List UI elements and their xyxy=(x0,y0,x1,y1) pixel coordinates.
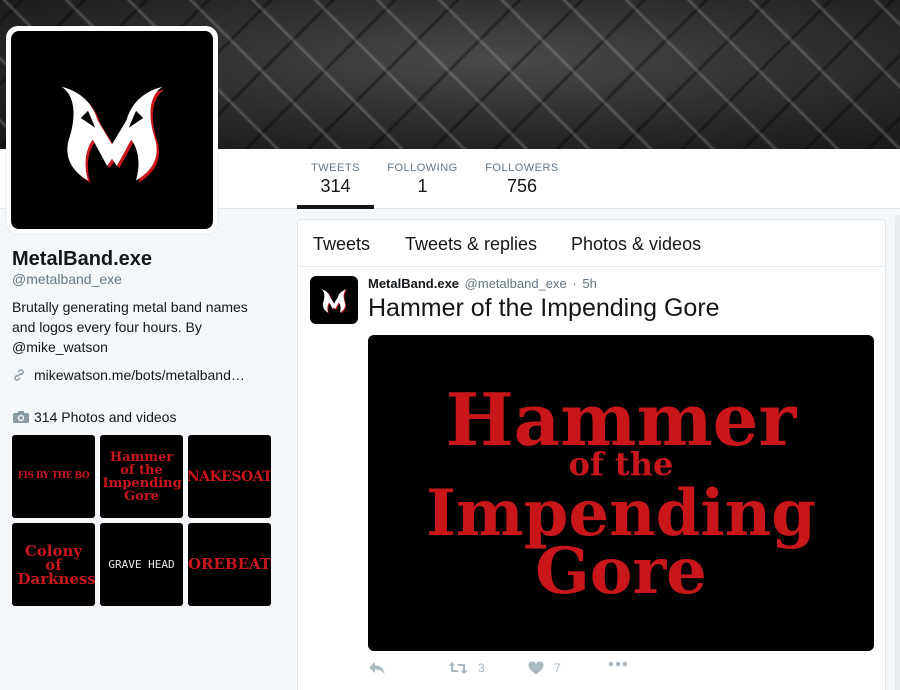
tweet-header: MetalBand.exe @metalband_exe · 5h xyxy=(368,276,597,291)
tweet-actions: 3 7 xyxy=(368,661,768,681)
retweet-button[interactable]: 3 xyxy=(448,661,485,675)
thumbnail-logo-text: OREBEAT xyxy=(188,555,271,573)
tweet-separator: · xyxy=(572,276,577,291)
tweet-author-name[interactable]: MetalBand.exe xyxy=(368,276,459,291)
stat-tweets-value: 314 xyxy=(320,176,351,196)
tab-tweets[interactable]: Tweets xyxy=(313,234,370,255)
stat-followers-label: FOLLOWERS xyxy=(485,162,559,174)
photo-thumbnail[interactable]: FIS BY THE BO xyxy=(12,435,95,518)
profile-name[interactable]: MetalBand.exe xyxy=(12,248,152,271)
stat-tweets-label: TWEETS xyxy=(311,162,360,174)
stat-following-value: 1 xyxy=(417,176,428,196)
camera-icon xyxy=(13,411,29,423)
more-dots-icon xyxy=(608,661,628,667)
right-sidebar-edge xyxy=(895,215,900,690)
reply-icon xyxy=(369,662,385,674)
stat-following[interactable]: FOLLOWING 1 xyxy=(385,149,460,209)
timeline: Tweets Tweets & replies Photos & videos … xyxy=(297,219,886,690)
logo-line-4: Gore xyxy=(535,534,707,609)
profile-bio: Brutally generating metal band names and… xyxy=(12,299,248,355)
tweet-timestamp[interactable]: 5h xyxy=(582,276,596,291)
photo-thumbnail[interactable]: Colony of Darkness xyxy=(12,523,95,606)
tab-photos-and-videos[interactable]: Photos & videos xyxy=(571,234,701,255)
photo-thumbnail[interactable]: GRAVE HEAD xyxy=(100,523,183,606)
profile-avatar[interactable] xyxy=(6,26,218,234)
metal-m-logo-icon xyxy=(61,86,165,183)
tweet-author-handle[interactable]: @metalband_exe xyxy=(465,276,567,291)
tweet-text: Hammer of the Impending Gore xyxy=(368,294,720,322)
thumbnail-logo-text: NAKESOAT xyxy=(188,468,271,485)
thumbnail-logo-text: GRAVE HEAD xyxy=(108,558,175,571)
stat-followers-value: 756 xyxy=(506,176,538,196)
profile-website[interactable]: mikewatson.me/bots/metalband… xyxy=(12,367,245,383)
link-icon xyxy=(14,369,24,381)
band-logo-image: Hammer of the Impending Gore xyxy=(426,377,816,609)
heart-icon xyxy=(528,661,544,675)
profile-handle[interactable]: @metalband_exe xyxy=(12,271,122,287)
stat-tweets[interactable]: TWEETS 314 xyxy=(297,149,374,209)
retweet-icon xyxy=(448,662,468,674)
like-count: 7 xyxy=(554,661,561,675)
thumbnail-logo-text: FIS BY THE BO xyxy=(17,471,90,481)
thumbnail-logo-text: Hammer of the Impending Gore xyxy=(102,449,182,504)
stat-followers[interactable]: FOLLOWERS 756 xyxy=(483,149,561,209)
stat-following-label: FOLLOWING xyxy=(387,162,458,174)
metal-m-logo-icon xyxy=(321,289,348,314)
tab-tweets-and-replies[interactable]: Tweets & replies xyxy=(405,234,537,255)
timeline-tabs: Tweets Tweets & replies Photos & videos xyxy=(298,220,885,267)
profile-website-text: mikewatson.me/bots/metalband… xyxy=(34,367,245,383)
photo-thumbnail[interactable]: NAKESOAT xyxy=(188,435,271,518)
tweet-image[interactable]: Hammer of the Impending Gore xyxy=(368,335,874,651)
avatar-image xyxy=(11,31,213,229)
reply-button[interactable] xyxy=(368,661,386,675)
photo-thumbnail[interactable]: OREBEAT xyxy=(188,523,271,606)
photo-thumbnail[interactable]: Hammer of the Impending Gore xyxy=(100,435,183,518)
thumbnail-logo-text: Colony of Darkness xyxy=(17,541,96,588)
retweet-count: 3 xyxy=(478,661,485,675)
like-button[interactable]: 7 xyxy=(528,661,561,675)
photos-and-videos-link[interactable]: 314 Photos and videos xyxy=(12,409,176,425)
tweet-avatar[interactable] xyxy=(310,276,358,324)
more-options-button[interactable] xyxy=(608,661,628,667)
photos-header-text: 314 Photos and videos xyxy=(34,409,177,425)
